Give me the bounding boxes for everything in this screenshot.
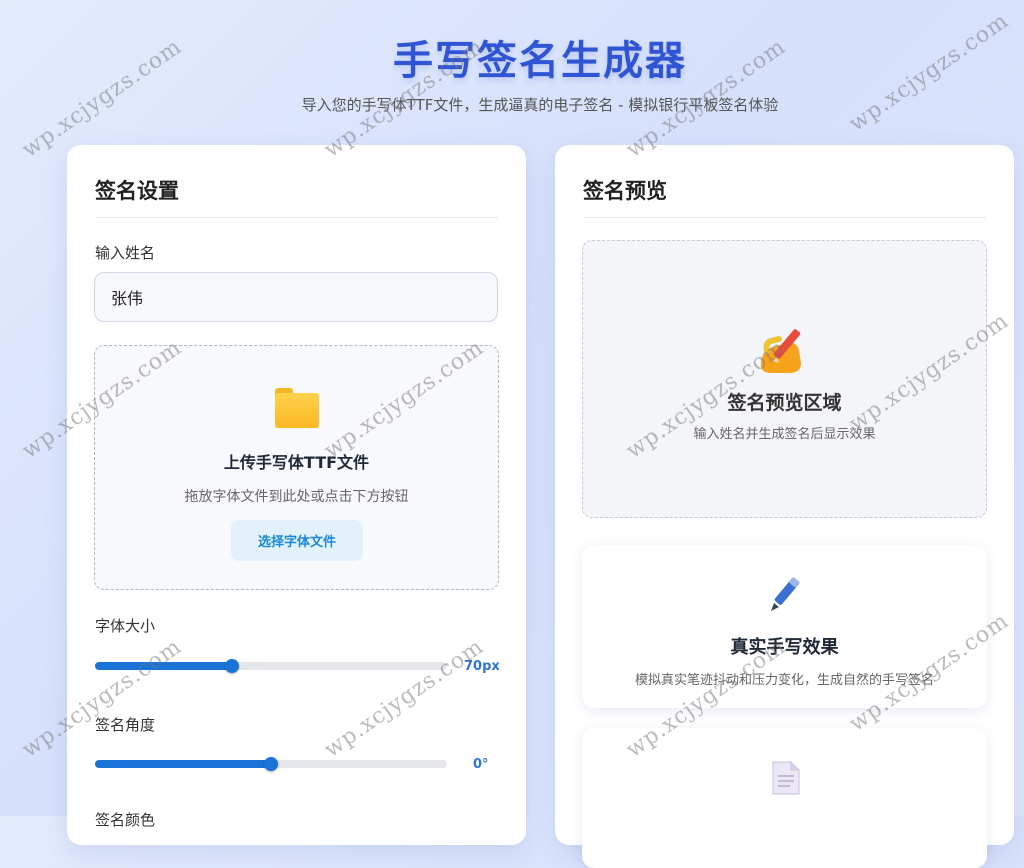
font-upload-dropzone[interactable]: 上传手写体TTF文件 拖放字体文件到此处或点击下方按钮 选择字体文件: [94, 345, 499, 590]
settings-divider: [95, 217, 498, 218]
angle-slider-fill: [95, 760, 271, 768]
preview-area-title: 签名预览区域: [727, 392, 842, 414]
signature-preview-area: 签名预览区域 输入姓名并生成签名后显示效果: [582, 240, 987, 518]
choose-font-button[interactable]: 选择字体文件: [231, 520, 363, 561]
angle-value: 0°: [473, 757, 489, 772]
font-size-slider-fill: [95, 662, 233, 670]
feature-desc: 模拟真实笔迹抖动和压力变化，生成自然的手写签名: [634, 673, 934, 688]
feature-title: 真实手写效果: [730, 637, 839, 658]
name-label: 输入姓名: [95, 244, 156, 262]
color-label: 签名颜色: [95, 811, 156, 829]
pen-icon: [771, 577, 800, 611]
page-title: 手写签名生成器: [393, 38, 687, 84]
upload-hint: 拖放字体文件到此处或点击下方按钮: [184, 489, 409, 505]
settings-heading: 签名设置: [95, 179, 179, 203]
font-size-value: 70px: [464, 659, 500, 674]
page-subtitle: 导入您的手写体TTF文件，生成逼真的电子签名 - 模拟银行平板签名体验: [301, 96, 779, 114]
angle-label: 签名角度: [95, 716, 156, 734]
preview-panel: 签名预览 签名预览区域 输入姓名并生成签名后显示效果 真实手写效果 模拟真实笔迹…: [555, 145, 1014, 868]
preview-divider: [583, 217, 986, 218]
feature-card-realistic: 真实手写效果 模拟真实笔迹抖动和压力变化，生成自然的手写签名: [582, 545, 987, 708]
feature-card-document: [582, 728, 987, 868]
settings-panel: 签名设置 输入姓名 上传手写体TTF文件 拖放字体文件到此处或点击下方按钮 选择…: [67, 145, 526, 845]
font-size-slider[interactable]: [95, 659, 447, 673]
font-size-slider-thumb[interactable]: [225, 659, 240, 673]
angle-slider-thumb[interactable]: [264, 757, 278, 771]
preview-area-hint: 输入姓名并生成签名后显示效果: [693, 427, 876, 442]
angle-slider[interactable]: [95, 757, 447, 771]
font-size-label: 字体大小: [95, 617, 156, 635]
writing-hand-icon: [761, 329, 801, 373]
upload-title: 上传手写体TTF文件: [223, 453, 370, 472]
name-input[interactable]: [94, 272, 498, 322]
preview-heading: 签名预览: [583, 179, 667, 203]
folder-icon: [275, 388, 319, 428]
document-icon: [772, 761, 800, 795]
